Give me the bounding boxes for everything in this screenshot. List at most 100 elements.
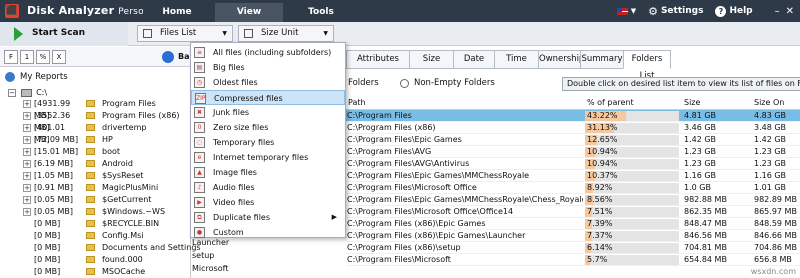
menu-item-temporary-files[interactable]: ◌ Temporary files [191, 135, 345, 150]
chevron-down-icon[interactable]: ▼ [631, 7, 636, 15]
menu-tab-home[interactable]: Home [143, 3, 211, 22]
menu-tab-view[interactable]: View [215, 3, 283, 22]
tree-row[interactable]: + [15.01 MB] boot [0, 146, 190, 158]
help-button[interactable]: Help [729, 6, 752, 16]
folder-name: Android [102, 159, 133, 168]
percent-button[interactable]: % [36, 50, 50, 64]
tab-folders-list[interactable]: Folders List [623, 50, 671, 81]
table-row[interactable]: C:\Program Files\Epic Games 12.65% 1.42 GB… [346, 134, 800, 146]
folder-name: $SysReset [102, 171, 144, 180]
expand-icon[interactable]: + [23, 208, 31, 216]
menu-item-audio-files[interactable]: ♪ Audio files [191, 180, 345, 195]
menu-item-duplicate-files[interactable]: ⧉ Duplicate files ▶ [191, 210, 345, 225]
expand-icon[interactable]: + [23, 160, 31, 168]
table-row[interactable]: C:\Program Files\Microsoft 5.7% 654.84 MB 6… [346, 254, 800, 266]
files-list-button[interactable]: Files List ▼ [137, 25, 233, 42]
chevron-right-icon: ▶ [331, 213, 337, 221]
table-row[interactable]: C:\Program Files (x86) 31.13% 3.46 GB 3.48 … [346, 122, 800, 134]
level-button[interactable]: 1 [20, 50, 34, 64]
list-item[interactable]: setup [190, 249, 346, 262]
expand-icon[interactable]: + [23, 148, 31, 156]
minimize-button[interactable]: – [775, 6, 780, 17]
menu-item-oldest-files[interactable]: ◷ Oldest files [191, 75, 345, 90]
expand-icon[interactable]: + [23, 112, 31, 120]
folder-size: [0.05 MB] [34, 195, 73, 204]
row-size-on-disk: 1.01 GB [754, 183, 787, 192]
row-path: C:\Program Files\Microsoft Office\Office… [347, 207, 514, 216]
table-row[interactable]: C:\Program Files (x86)\Epic Games 7.39% 84… [346, 218, 800, 230]
expand-icon[interactable]: + [23, 196, 31, 204]
table-row[interactable]: C:\Program Files\AVG\Antivirus 10.94% 1.23… [346, 158, 800, 170]
tab-time[interactable]: Time [494, 50, 539, 69]
tree-row[interactable]: [0 MB] Documents and Settings [0, 242, 201, 254]
menu-item-custom[interactable]: ● Custom [191, 225, 345, 240]
tree-row[interactable]: + [1.05 MB] $SysReset [0, 170, 190, 182]
folder-name: $GetCurrent [102, 195, 152, 204]
tab-date[interactable]: Date [453, 50, 495, 69]
tree-row[interactable]: [0 MB] found.000 [0, 254, 190, 266]
table-row[interactable]: C:\Program Files (x86)\setup 6.14% 704.81 … [346, 242, 800, 254]
menu-item-big-files[interactable]: ▤ Big files [191, 60, 345, 75]
language-flag-icon[interactable] [616, 7, 628, 15]
tree-row[interactable]: + [72.09 MB] HP [0, 134, 190, 146]
menu-tab-tools[interactable]: Tools [287, 3, 355, 22]
table-row[interactable]: C:\Program Files\Epic Games\MMChessRoyal… [346, 194, 800, 206]
menu-item-compressed-files[interactable]: ZIP Compressed files [191, 90, 345, 105]
table-row[interactable]: C:\Program Files\Microsoft Office 8.92% 1.… [346, 182, 800, 194]
table-row[interactable]: C:\Program Files 43.22% 4.81 GB 4.83 GB [346, 110, 800, 122]
size-unit-button[interactable]: Size Unit ▼ [238, 25, 334, 42]
menu-item-video-files[interactable]: ▶ Video files [191, 195, 345, 210]
table-row[interactable]: C:\Program Files (x86)\Epic Games\Launch… [346, 230, 800, 242]
tab-attributes[interactable]: Attributes [346, 50, 410, 69]
column-path[interactable]: Path [348, 97, 366, 109]
menu-item-zero-size-files[interactable]: 0 Zero size files [191, 120, 345, 135]
gear-icon[interactable]: ⚙ [648, 5, 658, 18]
expand-icon[interactable]: + [23, 100, 31, 108]
tree-row[interactable]: + [3552.36 MB] Program Files (x86) [0, 110, 190, 132]
expand-icon[interactable]: + [23, 172, 31, 180]
non-empty-option-label[interactable]: Non-Empty Folders [414, 78, 495, 88]
tree-row[interactable]: [0 MB] $RECYCLE.BIN [0, 218, 190, 230]
column-percent[interactable]: % of parent [587, 97, 634, 109]
tree-row[interactable]: + [401.01 MB] drivertemp [0, 122, 190, 144]
menu-item-all-files-including-subfolders[interactable]: ≡ All files (including subfolders) [191, 45, 345, 60]
menu-item-internet-temporary-files[interactable]: e Internet temporary files [191, 150, 345, 165]
list-item[interactable]: Microsoft [190, 262, 346, 275]
tree-row[interactable]: + [0.05 MB] $GetCurrent [0, 194, 190, 206]
table-row[interactable]: C:\Program Files\AVG 10.94% 1.23 GB 1.23 GB [346, 146, 800, 158]
tree-row[interactable]: + [6.19 MB] Android [0, 158, 190, 170]
column-size[interactable]: Size [684, 97, 700, 109]
menu-item-image-files[interactable]: ▲ Image files [191, 165, 345, 180]
my-reports[interactable]: My Reports [0, 70, 190, 85]
expand-icon[interactable]: + [23, 124, 31, 132]
close-button[interactable]: ✕ [786, 6, 794, 17]
start-scan-button[interactable]: Start Scan [0, 22, 128, 46]
app-title: Disk Analyzer Personal [27, 4, 158, 17]
zip-icon: ZIP [195, 93, 206, 104]
non-empty-radio[interactable] [400, 79, 409, 88]
expand-icon[interactable]: + [23, 136, 31, 144]
tab-ownership[interactable]: Ownership [538, 50, 584, 69]
tree-row[interactable]: [0 MB] Config.Msi [0, 230, 190, 242]
tree-row[interactable]: + [4931.99 MB] Program Files [0, 98, 190, 120]
collapse-icon[interactable]: − [8, 88, 16, 97]
tree-row[interactable]: + [0.91 MB] MagicPlusMini [0, 182, 190, 194]
tree-row[interactable]: + [0.05 MB] $Windows.~WS [0, 206, 190, 218]
tab-summary[interactable]: Summary [580, 50, 624, 69]
tree-root[interactable]: − C:\ [8, 88, 47, 97]
close-filter-button[interactable]: X [52, 50, 66, 64]
menu-item-junk-files[interactable]: ✖ Junk files [191, 105, 345, 120]
help-icon[interactable]: ? [715, 5, 727, 17]
expand-icon[interactable]: + [23, 184, 31, 192]
filter-button[interactable]: F [4, 50, 18, 64]
tree-row[interactable]: [0 MB] MSOCache [0, 266, 190, 278]
tab-size[interactable]: Size [409, 50, 454, 69]
size-unit-icon [244, 29, 253, 38]
table-row[interactable]: C:\Program Files\Microsoft Office\Office… [346, 206, 800, 218]
table-row[interactable]: C:\Program Files\Epic Games\MMChessRoyal… [346, 170, 800, 182]
settings-button[interactable]: Settings [661, 6, 703, 16]
app-logo-icon: ⬛ [5, 4, 19, 18]
back-icon[interactable] [162, 51, 174, 63]
back-label[interactable]: Ba [178, 52, 190, 61]
folders-option-label[interactable]: Folders [348, 78, 379, 88]
